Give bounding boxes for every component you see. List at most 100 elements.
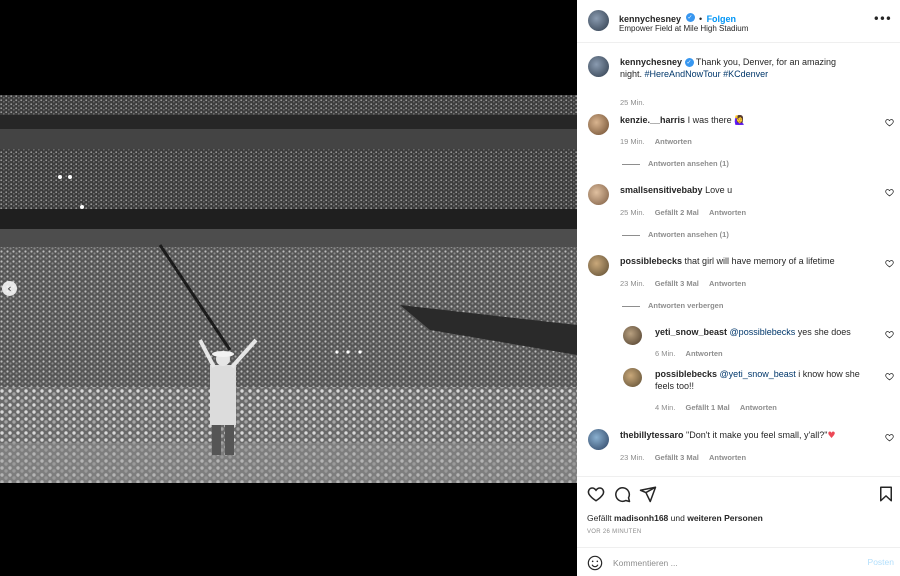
comment-body: that girl will have memory of a lifetime [684,256,835,266]
replier-avatar[interactable] [623,368,642,387]
reply-meta: 4 Min. Gefällt 1 Mal Antworten [655,403,777,412]
follow-button[interactable]: Folgen [707,14,737,24]
comment-input[interactable] [613,556,843,570]
likes-summary[interactable]: Gefällt madisonh168 und weiteren Persone… [587,513,763,523]
post-location[interactable]: Empower Field at Mile High Stadium [619,24,748,33]
view-replies-label: Antworten ansehen (1) [648,159,729,168]
comment-meta: 25 Min. Gefällt 2 Mal Antworten [620,208,746,217]
concert-photo[interactable] [0,95,577,483]
chevron-left-icon[interactable]: ‹ [2,281,17,296]
comment-likes[interactable]: Gefällt 3 Mal [655,453,699,462]
comment-body: I was there 🙋‍♀️ [687,115,746,125]
comment-body: "Don't it make you feel small, y'all?" [686,430,828,440]
heart-icon[interactable] [885,188,894,197]
caption-text: kennychesney ✓ Thank you, Denver, for an… [620,56,860,80]
post-panel: kennychesney ✓ • Folgen Empower Field at… [577,0,900,576]
heart-icon[interactable] [885,372,894,381]
commenter-avatar[interactable] [588,429,609,450]
comment-body: Love u [705,185,733,195]
author-username[interactable]: kennychesney [619,14,681,24]
view-replies-button[interactable]: Antworten ansehen (1) [622,230,729,239]
reply-button[interactable]: Antworten [655,137,692,146]
heart-icon[interactable] [885,259,894,268]
comment-text: kenzie.__harris I was there 🙋‍♀️ [620,114,860,126]
comment-text: smallsensitivebaby Love u [620,184,860,196]
comment-username[interactable]: thebillytessaro [620,430,684,440]
reply-button[interactable]: Antworten [709,453,746,462]
verified-badge-icon: ✓ [685,13,695,23]
comment-icon[interactable] [613,485,631,503]
more-options-icon[interactable]: ••• [873,12,892,26]
post-actions: Gefällt madisonh168 und weiteren Persone… [577,476,900,576]
reply-time: 6 Min. [655,349,676,358]
comment-meta: 19 Min. Antworten [620,137,692,146]
post-media: ‹ [0,0,577,576]
hide-replies-button[interactable]: Antworten verbergen [622,301,723,310]
author-avatar[interactable] [588,10,609,31]
view-replies-button[interactable]: Antworten ansehen (1) [622,159,729,168]
emoji-icon[interactable] [587,555,603,571]
comment-likes[interactable]: Gefällt 2 Mal [655,208,699,217]
reply-button[interactable]: Antworten [709,208,746,217]
comment-meta: 23 Min. Gefällt 3 Mal Antworten [620,453,746,462]
reply-button[interactable]: Antworten [686,349,723,358]
stadium-image [0,95,577,483]
comment-time: 25 Min. [620,208,645,217]
comment-time: 23 Min. [620,453,645,462]
comment-time: 23 Min. [620,279,645,288]
comment-composer: Posten [577,547,900,576]
comment-username[interactable]: kenzie.__harris [620,115,685,125]
comment-text: possiblebecks that girl will have memory… [620,255,860,267]
heart-icon[interactable] [885,330,894,339]
reply-time: 4 Min. [655,403,676,412]
likes-prefix: Gefällt [587,513,612,523]
reply-likes[interactable]: Gefällt 1 Mal [686,403,730,412]
post-header: kennychesney ✓ • Folgen Empower Field at… [577,0,900,43]
heart-icon[interactable] [587,485,605,503]
commenter-avatar[interactable] [588,184,609,205]
caption-time: 25 Min. [620,98,645,107]
caption-hashtags[interactable]: #HereAndNowTour #KCdenver [645,69,769,79]
reply-meta: 6 Min. Antworten [655,349,723,358]
comment-item: kenzie.__harris I was there 🙋‍♀️ 19 Min.… [577,114,900,174]
reply-username[interactable]: yeti_snow_beast [655,327,727,337]
heart-icon[interactable] [885,118,894,127]
liked-by-others[interactable]: weiteren Personen [687,513,763,523]
liked-by-user[interactable]: madisonh168 [614,513,668,523]
author-avatar[interactable] [588,56,609,77]
post-comment-button[interactable]: Posten [868,557,894,567]
reply-text: possiblebecks @yeti_snow_beast i know ho… [655,368,865,392]
reply-text: yeti_snow_beast @possiblebecks yes she d… [655,326,865,338]
verified-badge-icon: ✓ [684,58,694,68]
comment-time: 19 Min. [620,137,645,146]
reply-button[interactable]: Antworten [740,403,777,412]
comment-username[interactable]: possiblebecks [620,256,682,266]
reply-button[interactable]: Antworten [709,279,746,288]
comment-username[interactable]: smallsensitivebaby [620,185,703,195]
comments-list[interactable]: kennychesney ✓ Thank you, Denver, for an… [577,44,900,476]
red-heart-emoji: ♥ [827,431,836,441]
comment-meta: 23 Min. Gefällt 3 Mal Antworten [620,279,746,288]
reply-item: possiblebecks @yeti_snow_beast i know ho… [577,368,900,418]
reply-body: yes she does [797,327,851,337]
reply-username[interactable]: possiblebecks [655,369,717,379]
post-time-ago[interactable]: VOR 26 MINUTEN [587,529,642,535]
hide-replies-label: Antworten verbergen [648,301,724,310]
reply-item: yeti_snow_beast @possiblebecks yes she d… [577,326,900,362]
share-icon[interactable] [639,485,657,503]
caption: kennychesney ✓ Thank you, Denver, for an… [577,54,900,107]
view-replies-label: Antworten ansehen (1) [648,230,729,239]
comment-item: possiblebecks that girl will have memory… [577,255,900,315]
heart-icon[interactable] [885,433,894,442]
replier-avatar[interactable] [623,326,642,345]
commenter-avatar[interactable] [588,114,609,135]
comment-text: thebillytessaro "Don't it make you feel … [620,429,860,442]
comment-item: smallsensitivebaby Love u 25 Min. Gefäll… [577,184,900,244]
comment-likes[interactable]: Gefällt 3 Mal [655,279,699,288]
commenter-avatar[interactable] [588,255,609,276]
reply-mention[interactable]: @yeti_snow_beast [720,369,796,379]
reply-mention[interactable]: @possiblebecks [730,327,796,337]
caption-username[interactable]: kennychesney [620,57,682,67]
likes-mid: und [670,513,685,523]
bookmark-icon[interactable] [877,485,895,503]
